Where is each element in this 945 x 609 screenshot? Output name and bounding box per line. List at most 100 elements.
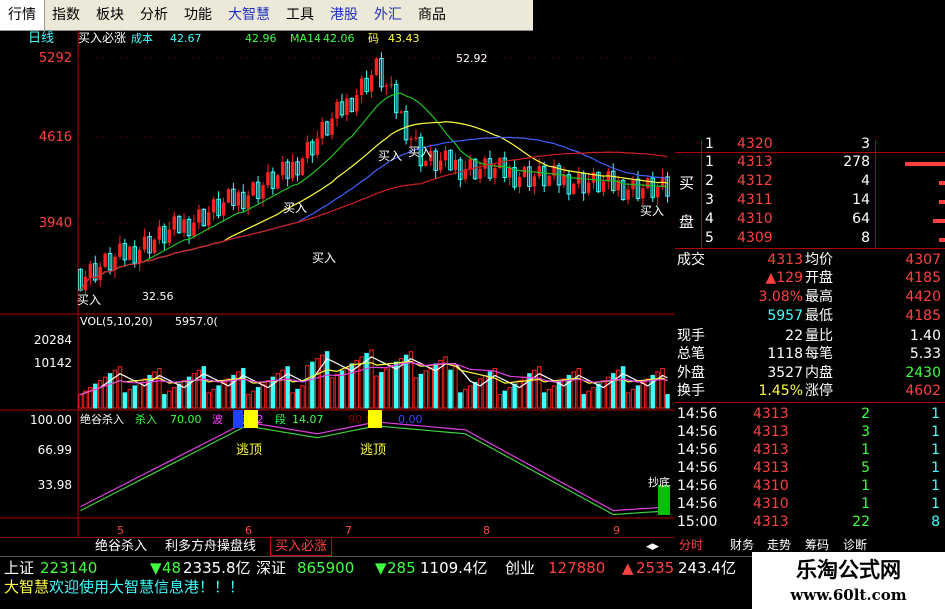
stat-label: 外盘 bbox=[677, 365, 705, 381]
sz-label[interactable]: 深证 bbox=[256, 559, 286, 577]
volume-bar bbox=[221, 381, 226, 409]
menu-item-0[interactable]: 行情 bbox=[0, 0, 45, 31]
tick-time: 14:56 bbox=[677, 406, 718, 422]
ind-v1: 70.00 bbox=[170, 413, 202, 426]
orderbook-row: 1 4320 3 bbox=[675, 136, 945, 153]
stat-label-2: 涨停 bbox=[805, 383, 833, 399]
orderbook-row: 5 4309 8 bbox=[675, 230, 945, 247]
orderbook-level: 2 bbox=[705, 173, 714, 189]
volume-bar bbox=[502, 390, 507, 409]
cy-change: 2535 bbox=[636, 559, 675, 577]
formula-tab-0[interactable]: 绝谷杀入 bbox=[95, 538, 147, 555]
tab-scroll-arrows[interactable]: ◂▸ bbox=[646, 538, 659, 555]
info-tab-1[interactable]: 财务 bbox=[730, 537, 754, 554]
x-tick-1: 6 bbox=[245, 524, 252, 537]
formula-tab-2[interactable]: 买入必涨 bbox=[270, 538, 333, 556]
cy-amount: 243.4亿 bbox=[678, 559, 736, 577]
tick-price: 4313 bbox=[753, 460, 789, 476]
menu-item-5[interactable]: 大智慧 bbox=[220, 0, 278, 30]
stat-value-2: 1.40 bbox=[909, 328, 941, 344]
menu-item-7[interactable]: 港股 bbox=[322, 0, 366, 30]
tick-count: 1 bbox=[931, 496, 940, 512]
volume-bar bbox=[497, 394, 503, 409]
volume-bar bbox=[181, 380, 187, 409]
ticker-text[interactable]: 欢迎使用大智慧信息港！！！ bbox=[49, 578, 244, 596]
candle-body bbox=[532, 176, 537, 187]
candle-body bbox=[261, 185, 265, 199]
cy-arrow: ▲ bbox=[622, 559, 634, 577]
ticker-line: 大智慧欢迎使用大智慧信息港！！！ bbox=[4, 576, 244, 598]
candle-body bbox=[345, 98, 349, 115]
cy-label[interactable]: 创业 bbox=[505, 559, 535, 577]
tail-value: 43.43 bbox=[388, 32, 420, 45]
orderbook-vline-2 bbox=[875, 140, 876, 248]
volume-bar bbox=[369, 349, 374, 409]
menu-item-6[interactable]: 工具 bbox=[278, 0, 322, 30]
tick-price: 4313 bbox=[753, 406, 789, 422]
volume-bar bbox=[551, 385, 557, 409]
tick-volume: 2 bbox=[861, 406, 870, 422]
candle-body bbox=[384, 85, 389, 87]
volume-bar bbox=[541, 392, 547, 409]
orderbook-vline bbox=[701, 140, 702, 248]
menu-item-1[interactable]: 指数 bbox=[44, 0, 88, 30]
candle-body bbox=[335, 101, 339, 119]
volume-bar bbox=[127, 388, 133, 409]
tick-count: 1 bbox=[931, 478, 940, 494]
volume-bar bbox=[389, 365, 394, 409]
candle-body bbox=[98, 266, 102, 281]
tick-price: 4310 bbox=[753, 478, 789, 494]
vol-tick-1: 10142 bbox=[34, 356, 72, 370]
watermark-logo: 乐淘公式网 www.60lt.com bbox=[752, 552, 945, 609]
candle-body bbox=[369, 74, 374, 92]
volume-bar bbox=[102, 376, 108, 409]
menu-item-9[interactable]: 商品 bbox=[410, 0, 454, 30]
x-tick-0: 5 bbox=[117, 524, 124, 537]
volume-bar bbox=[93, 383, 98, 409]
candle-body bbox=[424, 161, 428, 166]
stat-label: 成交 bbox=[677, 252, 705, 268]
volume-bar bbox=[186, 376, 192, 409]
bottom-bar bbox=[658, 485, 670, 515]
logo-url: www.60lt.com bbox=[790, 586, 907, 604]
candle-body bbox=[409, 138, 413, 140]
tick-row: 14:56 4310 1 1 bbox=[675, 478, 945, 495]
ticker-brand[interactable]: 大智慧 bbox=[4, 578, 49, 596]
volume-bar bbox=[290, 392, 295, 409]
orderbook-bar bbox=[939, 238, 945, 242]
orderbook-price: 4313 bbox=[737, 154, 773, 170]
kline-chart[interactable]: 日线 买入必涨 成本 42.67 42.96 MA14 42.06 码 43.43 5292 461… bbox=[0, 30, 675, 537]
tick-count: 8 bbox=[931, 514, 940, 530]
info-tab-0[interactable]: 分时 bbox=[679, 537, 703, 554]
volume-bar bbox=[463, 388, 468, 409]
volume-bar bbox=[625, 392, 631, 409]
menu-item-3[interactable]: 分析 bbox=[132, 0, 176, 30]
volume-bar bbox=[157, 367, 162, 409]
stat-value-2: 4185 bbox=[905, 270, 941, 286]
buy-signal-1: 买入 bbox=[283, 201, 307, 215]
escape-label-1: 逃顶 bbox=[360, 443, 386, 458]
stat-value: 1.45% bbox=[758, 383, 803, 399]
formula-tab-1[interactable]: 利多方舟操盘线 bbox=[165, 538, 256, 555]
menu-item-8[interactable]: 外汇 bbox=[366, 0, 410, 30]
tick-price: 4313 bbox=[753, 514, 789, 530]
orderbook-volume: 278 bbox=[843, 154, 870, 170]
volume-bar bbox=[448, 369, 453, 409]
menu-item-2[interactable]: 板块 bbox=[88, 0, 132, 30]
volume-bar bbox=[107, 373, 113, 409]
menu-item-4[interactable]: 功能 bbox=[176, 0, 220, 30]
buy-side-label: 买 bbox=[679, 174, 695, 192]
volume-bar bbox=[379, 372, 384, 409]
ma-line-yellow bbox=[80, 121, 668, 291]
candle-body bbox=[537, 166, 541, 177]
candle-body bbox=[290, 161, 295, 179]
candle-body bbox=[246, 195, 250, 209]
sh-label[interactable]: 上证 bbox=[4, 559, 34, 577]
stat-label-2: 最高 bbox=[805, 289, 833, 305]
volume-bar bbox=[329, 377, 335, 409]
candle-body bbox=[182, 219, 186, 233]
volume-bar bbox=[339, 370, 345, 409]
candle-body bbox=[330, 118, 334, 135]
stat-label: 总笔 bbox=[677, 346, 705, 362]
volume-bar bbox=[285, 366, 290, 409]
